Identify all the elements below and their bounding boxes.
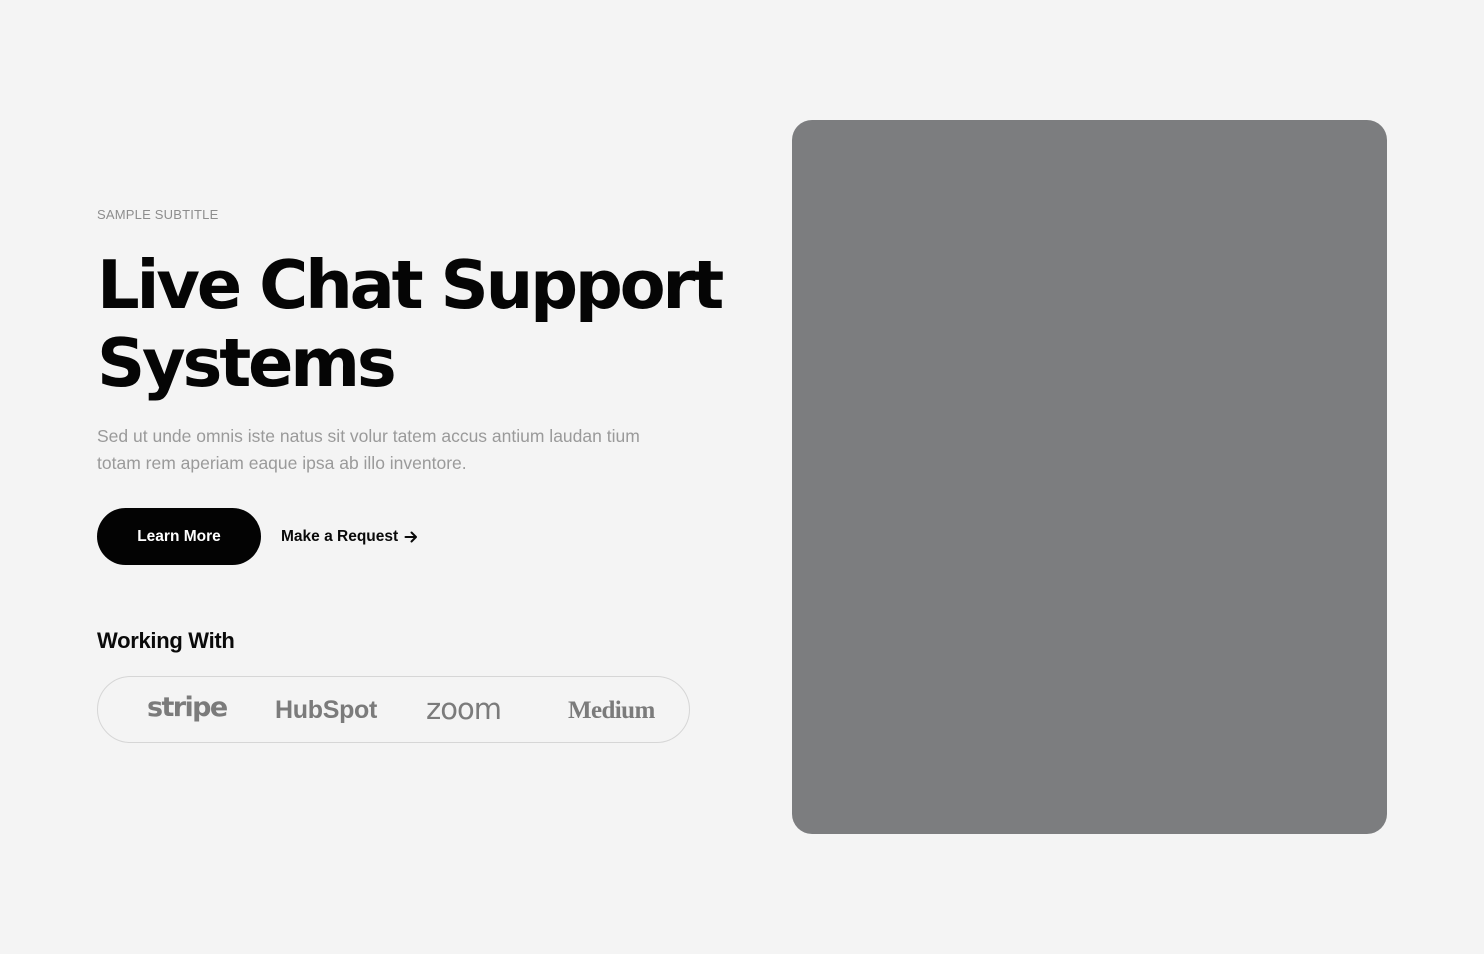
- hero-description: Sed ut unde omnis iste natus sit volur t…: [97, 426, 640, 473]
- hero-content: SAMPLE SUBTITLE Live Chat Support System…: [97, 0, 724, 954]
- medium-logo: Medium: [568, 696, 655, 724]
- hubspot-logo: HubSpot: [275, 696, 378, 724]
- hero-subtitle: SAMPLE SUBTITLE: [97, 207, 219, 222]
- hero-image-placeholder: [792, 120, 1387, 834]
- make-request-link[interactable]: Make a Request: [281, 526, 418, 548]
- make-request-label: Make a Request: [281, 528, 399, 545]
- page-title-line-1: Live Chat Support: [97, 246, 724, 324]
- page-title: Live Chat Support Systems: [97, 246, 724, 402]
- page-title-line-2: Systems: [97, 324, 397, 402]
- learn-more-button[interactable]: Learn More: [97, 508, 261, 565]
- arrow-right-icon: [404, 531, 418, 543]
- stripe-logo: stripe: [147, 692, 228, 723]
- partner-logos-bar: stripe HubSpot zoom Medium: [97, 676, 690, 743]
- working-with-heading: Working With: [97, 628, 235, 653]
- zoom-logo: zoom: [426, 691, 502, 726]
